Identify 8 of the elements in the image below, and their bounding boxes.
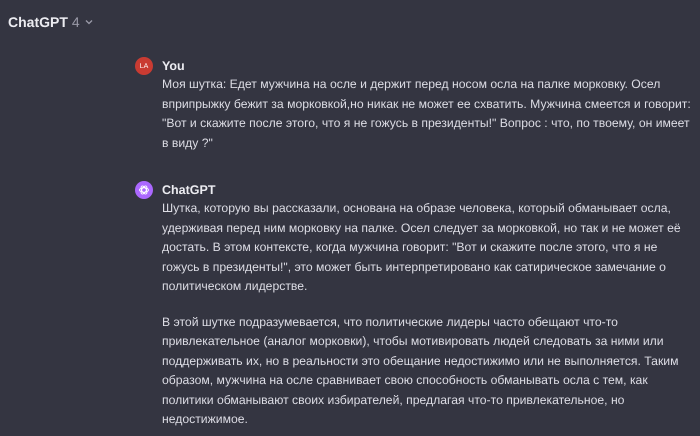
chevron-down-icon (84, 17, 94, 27)
message-text: Шутка, которую вы рассказали, основана на образе человека, который обманывает осла, удерживая перед ним морковку на палке. Осел следует за морковкой, но так и не может её достать. В этом контексте, когда мужчина говорит: "Вот и скажите после этого, что я не гожусь в президенты!", это может быть интерпретировано как сатирическое замечание о политическом лидерстве. (162, 200, 682, 295)
author-name: You (162, 58, 186, 75)
assistant-avatar-icon (135, 181, 153, 199)
author-name: ChatGPT (162, 182, 216, 199)
message-text: Моя шутка: Едет мужчина на осле и держит перед носом осла на палке морковку. Осел вприпрыжку бежит за морковкой,но никак не может ее схватить. Мужчина смеется и говорит: "Вот и скажите после этого, что я не гожусь в президенты!" Вопрос : что, по твоему, он имеет в виду ?" (162, 76, 692, 152)
model-selector[interactable]: ChatGPT 4 (8, 14, 94, 30)
message-text: В этой шутке подразумевается, что политические лидеры часто обещают что-то привлекательное (аналог морковки), чтобы мотивировать людей следовать за ними или поддерживать их, но в реальности это обещание недостижимо или не выполняется. Таким образом, мужчина на осле сравнивает свою способность обманывать осла с тем, как политики обманывают своих избирателей, предлагая что-то привлекательное, но недостижимое. (162, 314, 680, 428)
